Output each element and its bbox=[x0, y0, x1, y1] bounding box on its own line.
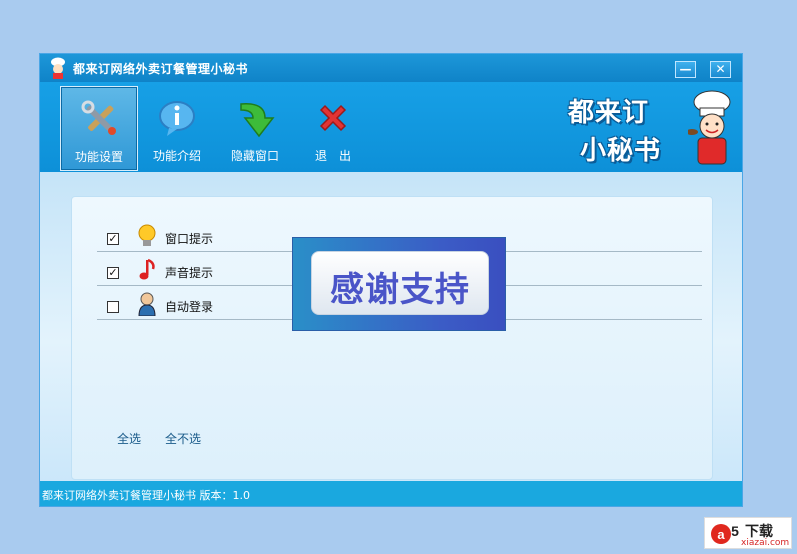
toolbar-settings-button[interactable]: 功能设置 bbox=[60, 86, 138, 171]
window-tip-label: 窗口提示 bbox=[165, 232, 214, 246]
sound-tip-label: 声音提示 bbox=[165, 266, 214, 280]
status-text: 都来订网络外卖订餐管理小秘书 版本：1.0 bbox=[42, 489, 250, 502]
auto-login-checkbox[interactable] bbox=[107, 301, 119, 313]
toolbar-hide-button[interactable]: 隐藏窗口 bbox=[216, 86, 294, 171]
brand-line1: 都来订 bbox=[568, 98, 650, 128]
brand-line2: 小秘书 bbox=[580, 136, 662, 166]
toolbar-settings-label: 功能设置 bbox=[74, 150, 123, 164]
bulb-icon bbox=[138, 224, 156, 246]
a5-logo-icon: a 5 bbox=[711, 523, 739, 544]
thanks-text: 感谢支持 bbox=[330, 270, 470, 310]
exit-x-icon bbox=[319, 104, 347, 132]
svg-text:5: 5 bbox=[731, 523, 739, 539]
toolbar-hide-label: 隐藏窗口 bbox=[230, 149, 279, 163]
down-arrow-icon bbox=[240, 103, 275, 138]
title-bar[interactable]: 都来订网络外卖订餐管理小秘书 — ✕ bbox=[40, 54, 742, 82]
sound-tip-checkbox[interactable]: ✓ bbox=[107, 267, 119, 279]
select-none-link[interactable]: 全不选 bbox=[165, 430, 201, 447]
close-button[interactable]: ✕ bbox=[710, 61, 731, 78]
tools-icon bbox=[81, 100, 116, 135]
select-all-link[interactable]: 全选 bbox=[117, 430, 141, 447]
window-title: 都来订网络外卖订餐管理小秘书 bbox=[73, 62, 249, 76]
thanks-banner: 感谢支持 bbox=[292, 237, 506, 331]
toolbar-exit-label: 退 出 bbox=[314, 149, 351, 163]
svg-text:a: a bbox=[717, 527, 725, 542]
info-icon bbox=[159, 101, 195, 136]
settings-panel: ✓ 窗口提示 ✓ 声音提示 自动登录 感谢支持 全选 全不选 bbox=[71, 196, 713, 480]
auto-login-label: 自动登录 bbox=[165, 300, 214, 314]
toolbar-info-button[interactable]: 功能介绍 bbox=[138, 86, 216, 171]
watermark-logo: a 5 下载 xiazai.com bbox=[704, 517, 792, 549]
thanks-banner-inner: 感谢支持 bbox=[311, 251, 489, 315]
toolbar: 功能设置 功能介绍 隐藏窗口 退 出 都来订 小秘书 bbox=[40, 82, 742, 172]
toolbar-exit-button[interactable]: 退 出 bbox=[294, 86, 372, 171]
music-note-icon bbox=[139, 258, 155, 280]
window-tip-checkbox[interactable]: ✓ bbox=[107, 233, 119, 245]
toolbar-info-label: 功能介绍 bbox=[152, 149, 201, 163]
chef-app-icon bbox=[51, 57, 65, 79]
user-icon bbox=[138, 292, 156, 316]
app-window: 都来订网络外卖订餐管理小秘书 — ✕ 功能设置 功能介绍 隐藏窗口 退 出 都来… bbox=[39, 53, 743, 507]
chef-mascot-icon bbox=[688, 90, 731, 165]
brand-logo: 都来订 小秘书 bbox=[560, 88, 738, 170]
content-area: ✓ 窗口提示 ✓ 声音提示 自动登录 感谢支持 全选 全不选 bbox=[40, 172, 742, 481]
minimize-button[interactable]: — bbox=[675, 61, 696, 78]
watermark-url: xiazai.com bbox=[741, 538, 790, 548]
status-bar: 都来订网络外卖订餐管理小秘书 版本：1.0 bbox=[40, 481, 742, 506]
